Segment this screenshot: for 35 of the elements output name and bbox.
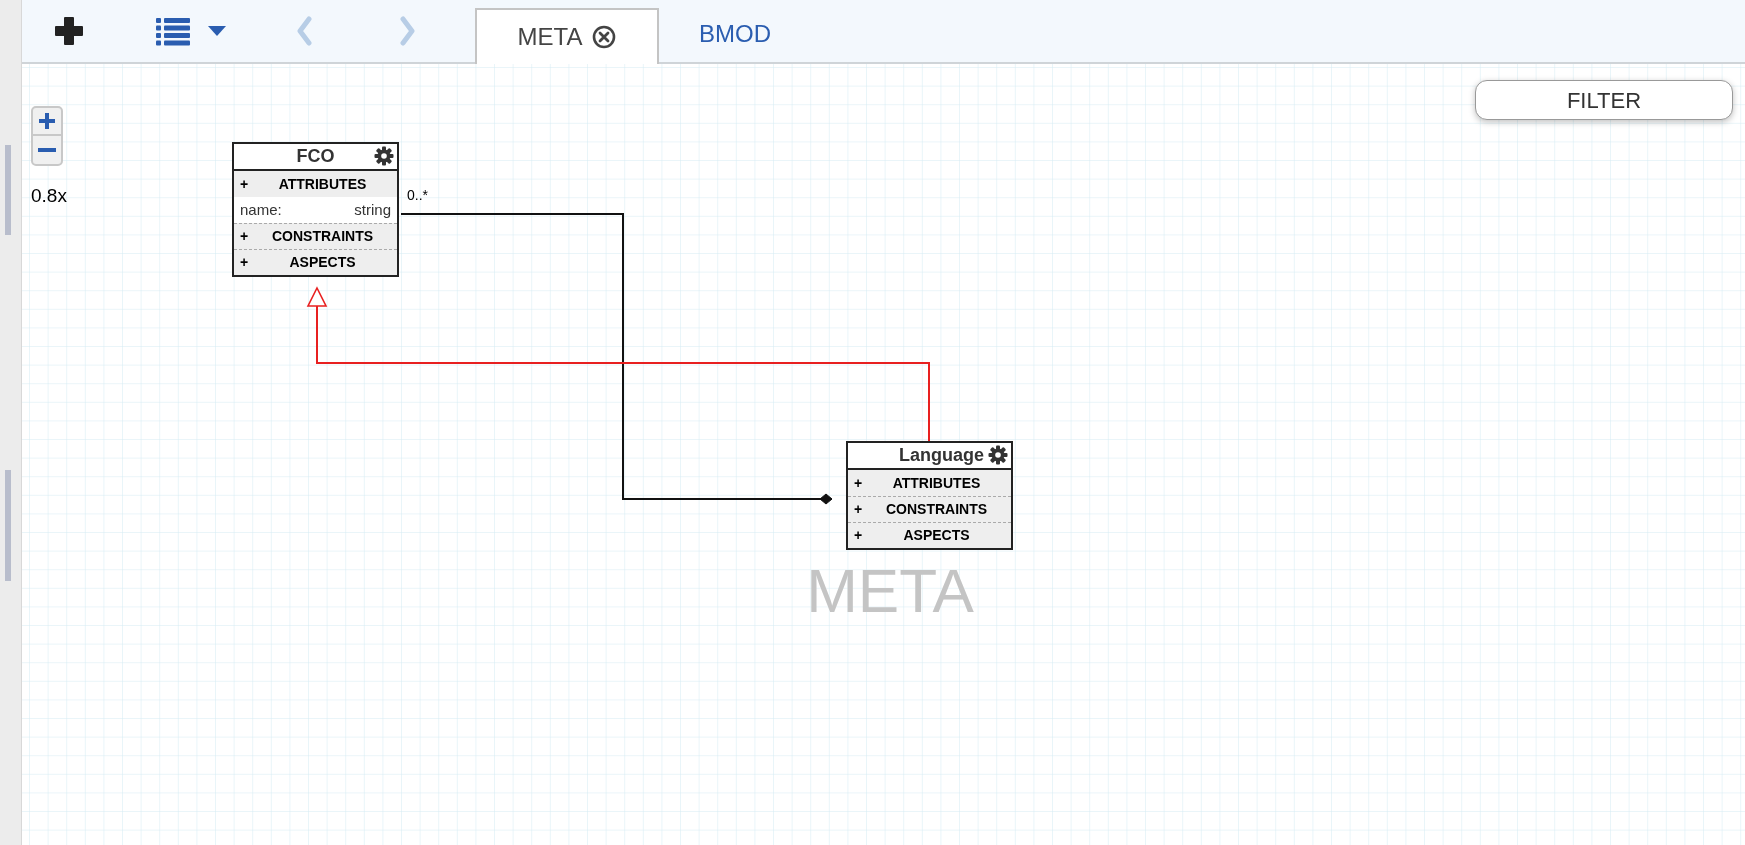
multiplicity-label: 0..* <box>407 186 428 205</box>
section-header: ATTRIBUTES <box>891 473 982 493</box>
scroll-bar[interactable] <box>0 0 22 845</box>
tab[interactable]: META <box>475 8 659 64</box>
attribute-name: name: <box>240 199 282 220</box>
class-box[interactable]: Language + ATTRIBUTES + CONSTRAINTS + ASPECTS <box>846 441 1013 550</box>
section-header: ASPECTS <box>288 253 357 272</box>
minus-icon <box>38 148 56 152</box>
canvas-label: META <box>805 560 975 622</box>
section-header: ASPECTS <box>902 526 971 545</box>
expand-toggle[interactable]: + <box>854 499 868 520</box>
close-icon[interactable] <box>592 25 617 49</box>
attribute-type: string <box>354 199 391 220</box>
gear-icon[interactable] <box>374 146 394 166</box>
section-header: CONSTRAINTS <box>270 227 375 246</box>
class-box[interactable]: FCO + ATTRIBUTES name: string + CONSTRAINTS + ASPECTS <box>232 142 399 277</box>
caret-icon <box>208 26 226 36</box>
tab[interactable]: BMOD <box>659 6 811 62</box>
class-name: Language <box>899 444 984 467</box>
expand-toggle[interactable]: + <box>240 252 254 273</box>
expand-toggle[interactable]: + <box>240 173 254 195</box>
add-button[interactable] <box>52 14 86 48</box>
expand-toggle[interactable]: + <box>854 472 868 494</box>
zoom-level-label: 0.8x <box>31 184 67 208</box>
class-name: FCO <box>296 145 335 168</box>
gear-icon[interactable] <box>988 445 1008 465</box>
filter-button[interactable]: FILTER <box>1475 80 1733 120</box>
inheritance-connector[interactable] <box>306 286 930 442</box>
plus-icon <box>38 112 56 130</box>
section-header: CONSTRAINTS <box>884 500 989 519</box>
section-header: ATTRIBUTES <box>277 174 368 194</box>
expand-toggle[interactable]: + <box>240 226 254 247</box>
expand-toggle[interactable]: + <box>854 525 868 546</box>
list-icon <box>156 16 190 46</box>
plus-icon <box>54 16 84 46</box>
